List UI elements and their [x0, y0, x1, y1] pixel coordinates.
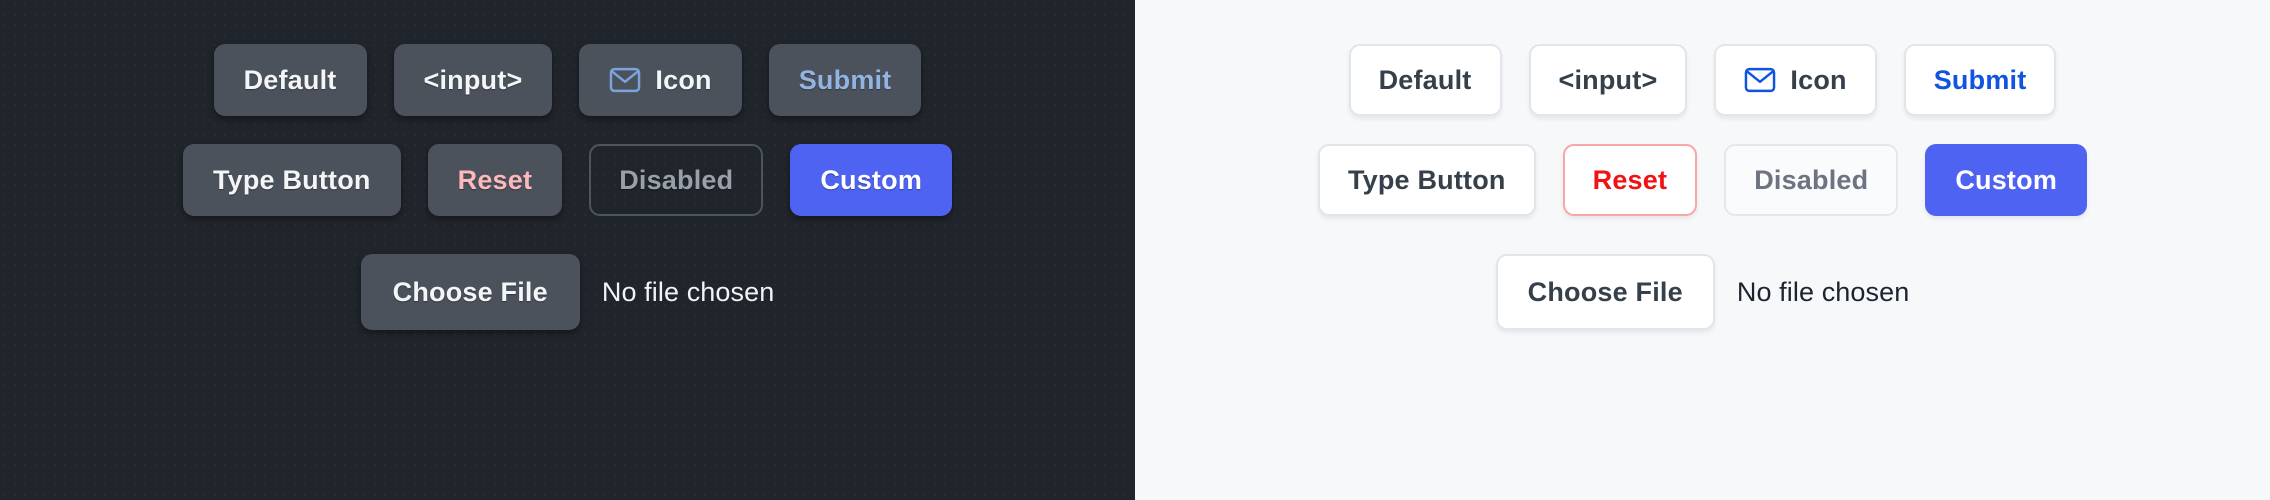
type-button[interactable]: Type Button	[182, 144, 401, 216]
dark-file-input-row: Choose File No file chosen	[360, 254, 775, 330]
light-panel-rows: Default <input> Icon Submit Type Button …	[1135, 0, 2270, 500]
custom-button[interactable]: Custom	[1925, 144, 2088, 216]
input-button[interactable]: <input>	[393, 44, 553, 116]
reset-button[interactable]: Reset	[1562, 144, 1698, 216]
file-status-text: No file chosen	[601, 276, 775, 307]
envelope-icon	[609, 67, 641, 93]
icon-button[interactable]: Icon	[579, 44, 742, 116]
disabled-button: Disabled	[1724, 144, 1899, 216]
envelope-icon	[1744, 67, 1776, 93]
file-status-text: No file chosen	[1736, 276, 1910, 307]
submit-button[interactable]: Submit	[768, 44, 922, 116]
default-button-label: Default	[243, 64, 337, 95]
reset-button[interactable]: Reset	[427, 144, 563, 216]
light-button-row-1: Default <input> Icon Submit	[1348, 44, 2057, 116]
icon-button[interactable]: Icon	[1714, 44, 1877, 116]
input-button-label: <input>	[1558, 64, 1658, 95]
reset-button-label: Reset	[1592, 164, 1668, 195]
input-button-label: <input>	[423, 64, 523, 95]
default-button[interactable]: Default	[213, 44, 367, 116]
button-showcase: Default <input> Icon Submit Type Button …	[0, 0, 2270, 500]
icon-button-label: Icon	[655, 64, 712, 95]
custom-button-label: Custom	[1955, 164, 2058, 195]
type-button-label: Type Button	[212, 164, 371, 195]
submit-button[interactable]: Submit	[1903, 44, 2057, 116]
light-file-input-row: Choose File No file chosen	[1495, 254, 1910, 330]
default-button[interactable]: Default	[1348, 44, 1502, 116]
choose-file-label: Choose File	[1527, 276, 1683, 307]
disabled-button: Disabled	[589, 144, 764, 216]
file-input[interactable]: Choose File No file chosen	[1495, 254, 1910, 330]
choose-file-button[interactable]: Choose File	[360, 254, 580, 330]
type-button[interactable]: Type Button	[1317, 144, 1536, 216]
dark-panel-rows: Default <input> Icon Submit Type Button …	[0, 0, 1135, 500]
custom-button-label: Custom	[820, 164, 923, 195]
light-button-row-2: Type Button Reset Disabled Custom	[1317, 144, 2088, 216]
file-input[interactable]: Choose File No file chosen	[360, 254, 775, 330]
input-button[interactable]: <input>	[1528, 44, 1688, 116]
reset-button-label: Reset	[457, 164, 533, 195]
icon-button-label: Icon	[1790, 64, 1847, 95]
disabled-button-label: Disabled	[1754, 164, 1869, 195]
choose-file-button[interactable]: Choose File	[1495, 254, 1715, 330]
submit-button-label: Submit	[1933, 64, 2027, 95]
dark-button-row-2: Type Button Reset Disabled Custom	[182, 144, 953, 216]
choose-file-label: Choose File	[392, 276, 548, 307]
custom-button[interactable]: Custom	[790, 144, 953, 216]
default-button-label: Default	[1378, 64, 1472, 95]
submit-button-label: Submit	[798, 64, 892, 95]
light-theme-panel: Default <input> Icon Submit Type Button …	[1135, 0, 2270, 500]
type-button-label: Type Button	[1347, 164, 1506, 195]
dark-theme-panel: Default <input> Icon Submit Type Button …	[0, 0, 1135, 500]
disabled-button-label: Disabled	[619, 164, 734, 195]
dark-button-row-1: Default <input> Icon Submit	[213, 44, 922, 116]
